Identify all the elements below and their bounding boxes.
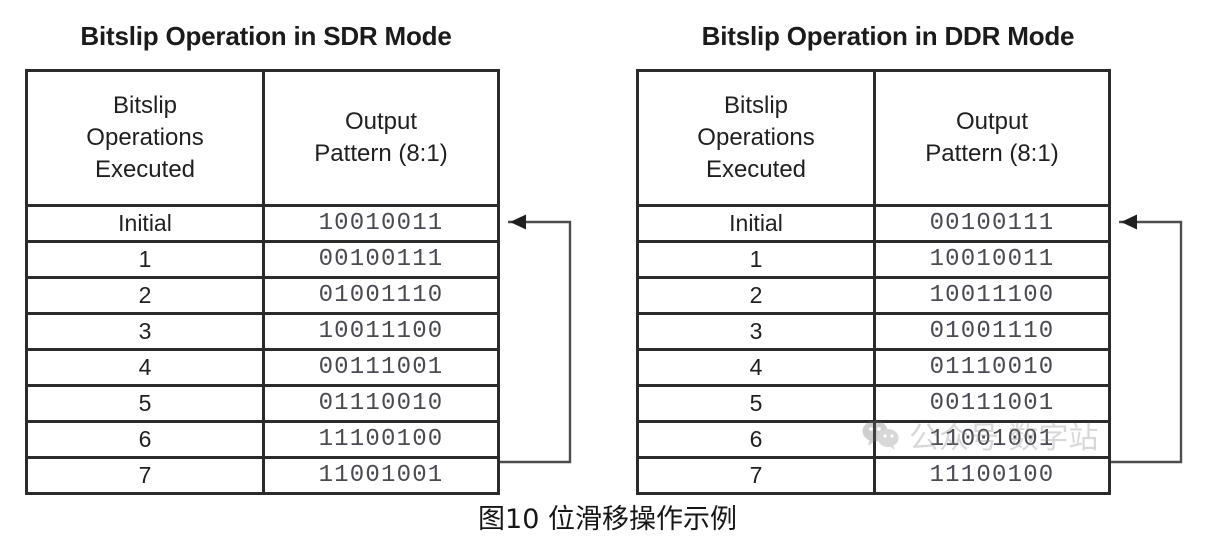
bitslip-table-sdr: Bitslip Operations Executed Output Patte… (25, 69, 500, 495)
cell-pattern: 11001001 (263, 456, 499, 494)
column-header-pattern: Output Pattern (8:1) (263, 70, 499, 207)
table-row: 2 01001110 (26, 276, 499, 314)
table-row: 7 11001001 (26, 456, 499, 494)
cell-operations: 2 (637, 276, 876, 314)
cell-pattern: 11001001 (874, 420, 1110, 458)
column-header-pattern-label: Output Pattern (8:1) (925, 108, 1059, 167)
cell-pattern: 10010011 (874, 240, 1110, 278)
column-header-operations: Bitslip Operations Executed (637, 70, 876, 207)
table-row: 6 11100100 (26, 420, 499, 458)
table-row: 4 01110010 (637, 348, 1110, 386)
cell-pattern: 10011100 (263, 312, 499, 350)
table-row: 4 00111001 (26, 348, 499, 386)
cell-pattern: 01001110 (263, 276, 499, 314)
table-row: 5 01110010 (26, 384, 499, 422)
cell-pattern: 00111001 (874, 384, 1110, 422)
table-row: 2 10011100 (637, 276, 1110, 314)
cell-operations: Initial (637, 205, 876, 242)
table-header-row: Bitslip Operations Executed Output Patte… (637, 70, 1110, 207)
cell-operations: 5 (637, 384, 876, 422)
cell-pattern: 11100100 (874, 456, 1110, 494)
column-header-pattern: Output Pattern (8:1) (874, 70, 1110, 207)
table-row: 5 00111001 (637, 384, 1110, 422)
column-header-operations: Bitslip Operations Executed (26, 70, 265, 207)
table-row: 1 10010011 (637, 240, 1110, 278)
cell-pattern: 01110010 (874, 348, 1110, 386)
cell-operations: 4 (26, 348, 265, 386)
cell-operations: 5 (26, 384, 265, 422)
column-header-operations-label: Bitslip Operations Executed (697, 92, 815, 183)
column-header-operations-label: Bitslip Operations Executed (86, 92, 204, 183)
panel-sdr-title: Bitslip Operation in SDR Mode (80, 21, 452, 51)
cell-operations: Initial (26, 205, 265, 242)
cell-pattern: 11100100 (263, 420, 499, 458)
cell-pattern: 00111001 (263, 348, 499, 386)
cell-operations: 3 (637, 312, 876, 350)
table-row: Initial 10010011 (26, 205, 499, 242)
cell-pattern: 01110010 (263, 384, 499, 422)
figure-root: Bitslip Operation in SDR Mode Bitslip Op… (0, 0, 1215, 547)
cell-operations: 6 (26, 420, 265, 458)
cell-operations: 7 (26, 456, 265, 494)
table-row: 3 01001110 (637, 312, 1110, 350)
cell-pattern: 00100111 (263, 240, 499, 278)
cell-operations: 7 (637, 456, 876, 494)
column-header-pattern-label: Output Pattern (8:1) (314, 108, 448, 167)
cell-operations: 2 (26, 276, 265, 314)
cell-operations: 1 (26, 240, 265, 278)
table-row: 6 11001001 (637, 420, 1110, 458)
panel-ddr-title: Bitslip Operation in DDR Mode (701, 21, 1075, 51)
table-row: 1 00100111 (26, 240, 499, 278)
bitslip-table-ddr: Bitslip Operations Executed Output Patte… (636, 69, 1111, 495)
cell-pattern: 10011100 (874, 276, 1110, 314)
figure-caption: 图10 位滑移操作示例 (478, 504, 737, 535)
cell-operations: 1 (637, 240, 876, 278)
cell-operations: 6 (637, 420, 876, 458)
feedback-loop-arrow-icon (500, 214, 572, 464)
table-header-row: Bitslip Operations Executed Output Patte… (26, 70, 499, 207)
cell-pattern: 00100111 (929, 210, 1055, 237)
cell-pattern: 01001110 (874, 312, 1110, 350)
cell-operations: 4 (637, 348, 876, 386)
table-row: 3 10011100 (26, 312, 499, 350)
table-row: 7 11100100 (637, 456, 1110, 494)
feedback-loop-arrow-icon (1111, 214, 1183, 464)
table-row: Initial 00100111 (637, 205, 1110, 242)
cell-pattern: 10010011 (318, 210, 444, 237)
cell-operations: 3 (26, 312, 265, 350)
